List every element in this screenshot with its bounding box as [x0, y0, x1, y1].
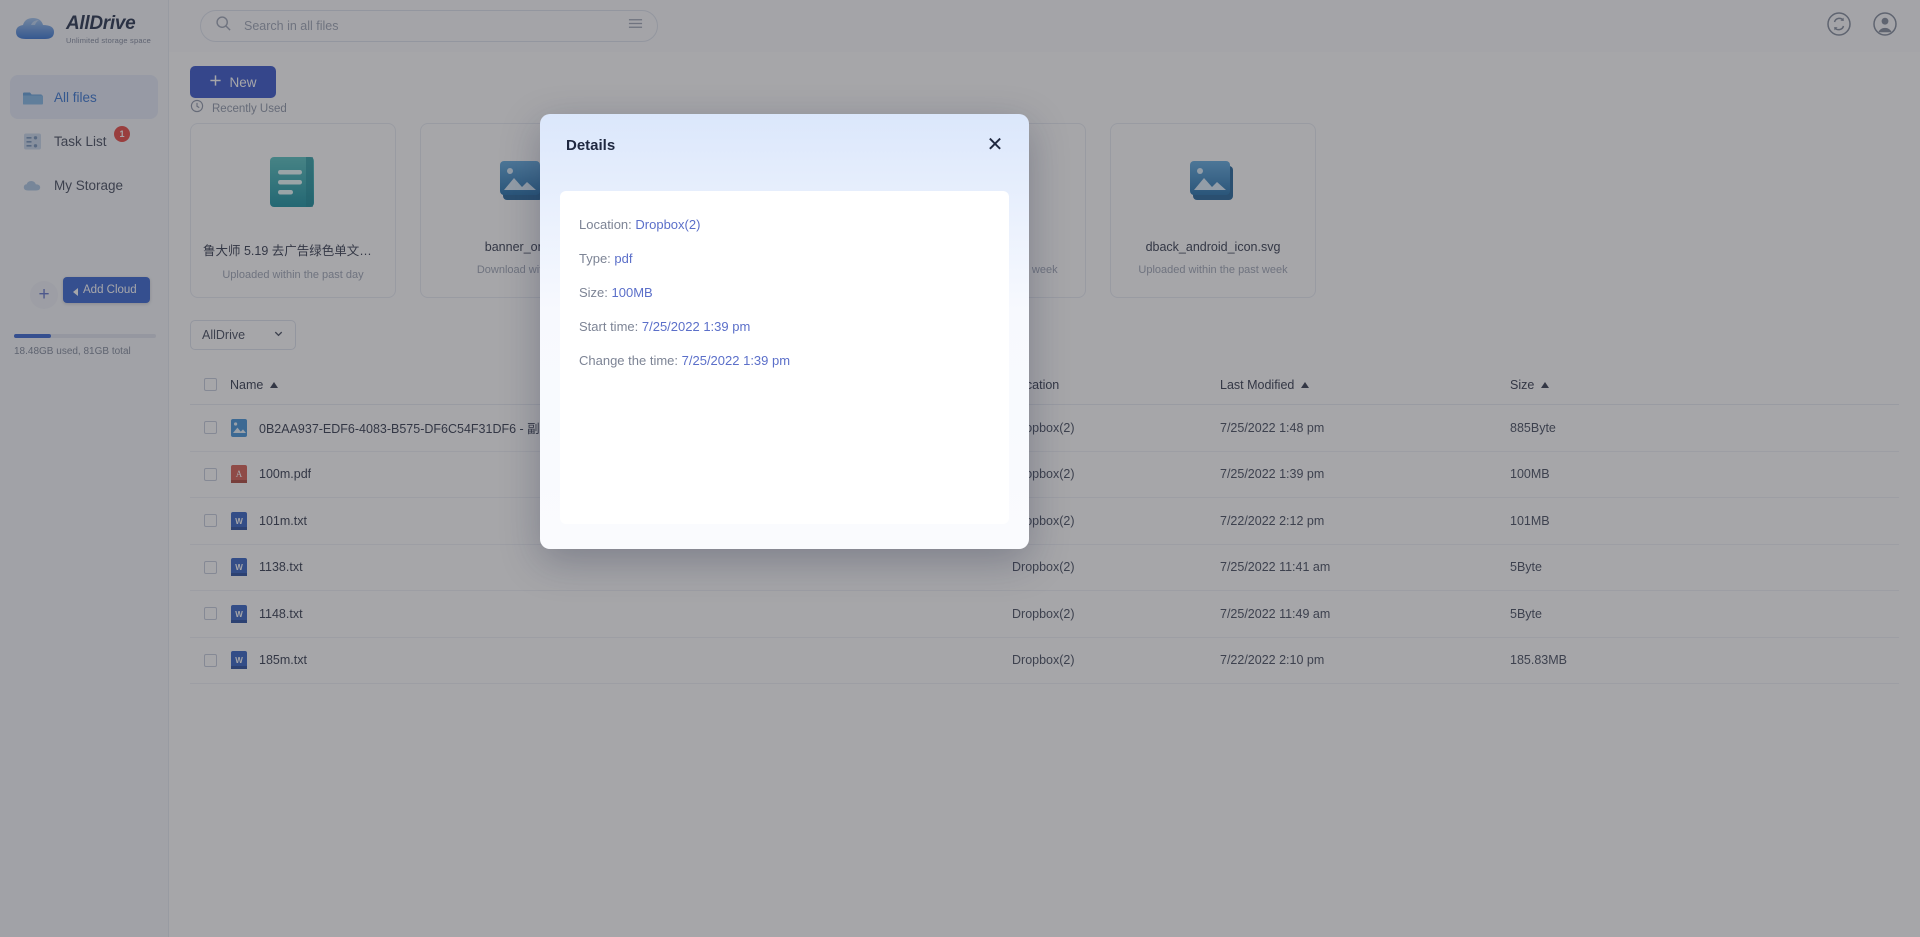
details-modal: Details ✕ Location: Dropbox(2) Type: pdf…: [540, 114, 1029, 549]
detail-value: Dropbox(2): [635, 217, 701, 232]
detail-value: pdf: [614, 251, 633, 266]
detail-label: Size:: [579, 285, 608, 300]
detail-label: Type:: [579, 251, 611, 266]
modal-title: Details: [566, 136, 616, 154]
detail-row-size: Size: 100MB: [579, 285, 1009, 300]
detail-value: 7/25/2022 1:39 pm: [641, 319, 751, 334]
close-icon[interactable]: ✕: [981, 131, 1009, 159]
app-root: AllDrive Unlimited storage space All fil…: [0, 0, 1920, 937]
detail-row-change-time: Change the time: 7/25/2022 1:39 pm: [579, 353, 1009, 368]
detail-label: Start time:: [579, 319, 639, 334]
modal-header: Details ✕: [540, 114, 1029, 176]
detail-label: Location:: [579, 217, 632, 232]
detail-value: 100MB: [611, 285, 653, 300]
detail-row-location: Location: Dropbox(2): [579, 217, 1009, 232]
modal-body: Location: Dropbox(2) Type: pdf Size: 100…: [560, 191, 1009, 524]
detail-row-start-time: Start time: 7/25/2022 1:39 pm: [579, 319, 1009, 334]
detail-row-type: Type: pdf: [579, 251, 1009, 266]
detail-label: Change the time:: [579, 353, 679, 368]
detail-value: 7/25/2022 1:39 pm: [681, 353, 791, 368]
